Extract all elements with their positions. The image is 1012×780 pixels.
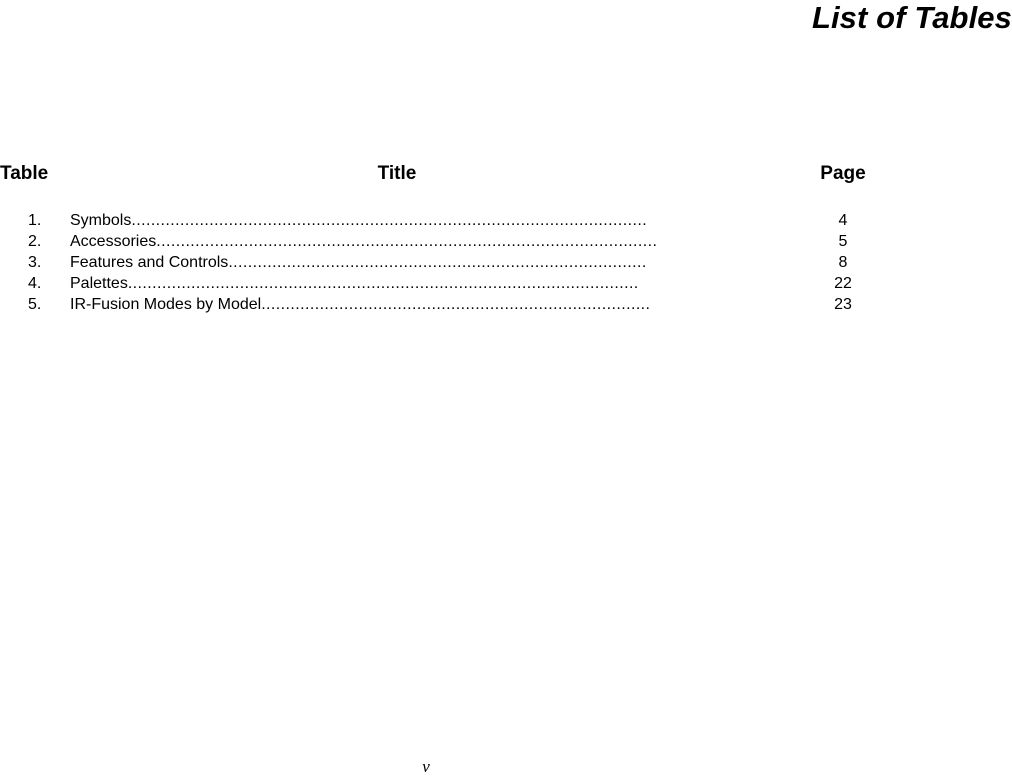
table-number: 2.	[28, 233, 42, 250]
table-number: 4.	[28, 275, 42, 292]
page-title: List of Tables	[811, 0, 1012, 35]
column-header-row: Table Title Page	[0, 161, 1012, 187]
column-header-table: Table	[0, 163, 49, 184]
list-item[interactable]: 2. Accessories .........................…	[0, 231, 1012, 252]
table-caption: IR-Fusion Modes by Model	[70, 296, 262, 313]
page-number: 23	[834, 296, 852, 313]
list-item[interactable]: 5. IR-Fusion Modes by Model ............…	[0, 294, 1012, 315]
table-entry-link[interactable]: Features and Controls ..................…	[70, 252, 822, 273]
dot-leader: ........................................…	[127, 275, 639, 292]
page-number: 4	[838, 212, 848, 229]
list-item[interactable]: 1. Symbols .............................…	[0, 210, 1012, 231]
table-caption: Symbols	[70, 212, 132, 229]
table-number: 3.	[28, 254, 42, 271]
table-entry-link[interactable]: Palettes ...............................…	[70, 273, 822, 294]
page-number: 8	[838, 254, 848, 271]
list-item[interactable]: 4. Palettes ............................…	[0, 273, 1012, 294]
footer-page-number: v	[422, 757, 430, 776]
dot-leader: ........................................…	[156, 233, 658, 250]
list-of-tables: 1. Symbols .............................…	[0, 210, 1012, 315]
table-caption: Features and Controls	[70, 254, 229, 271]
table-caption: Accessories	[70, 233, 157, 250]
table-entry-link[interactable]: Accessories ............................…	[70, 231, 822, 252]
table-caption: Palettes	[70, 275, 128, 292]
list-item[interactable]: 3. Features and Controls ...............…	[0, 252, 1012, 273]
dot-leader: ........................................…	[131, 212, 648, 229]
table-entry-link[interactable]: IR-Fusion Modes by Model ...............…	[70, 294, 822, 315]
dot-leader: ........................................…	[261, 296, 651, 313]
column-header-title: Title	[377, 163, 417, 184]
table-number: 1.	[28, 212, 42, 229]
dot-leader: ........................................…	[228, 254, 647, 271]
table-number: 5.	[28, 296, 42, 313]
page-number: 22	[834, 275, 852, 292]
page-number: 5	[838, 233, 848, 250]
table-entry-link[interactable]: Symbols ................................…	[70, 210, 822, 231]
column-header-page: Page	[820, 163, 866, 184]
